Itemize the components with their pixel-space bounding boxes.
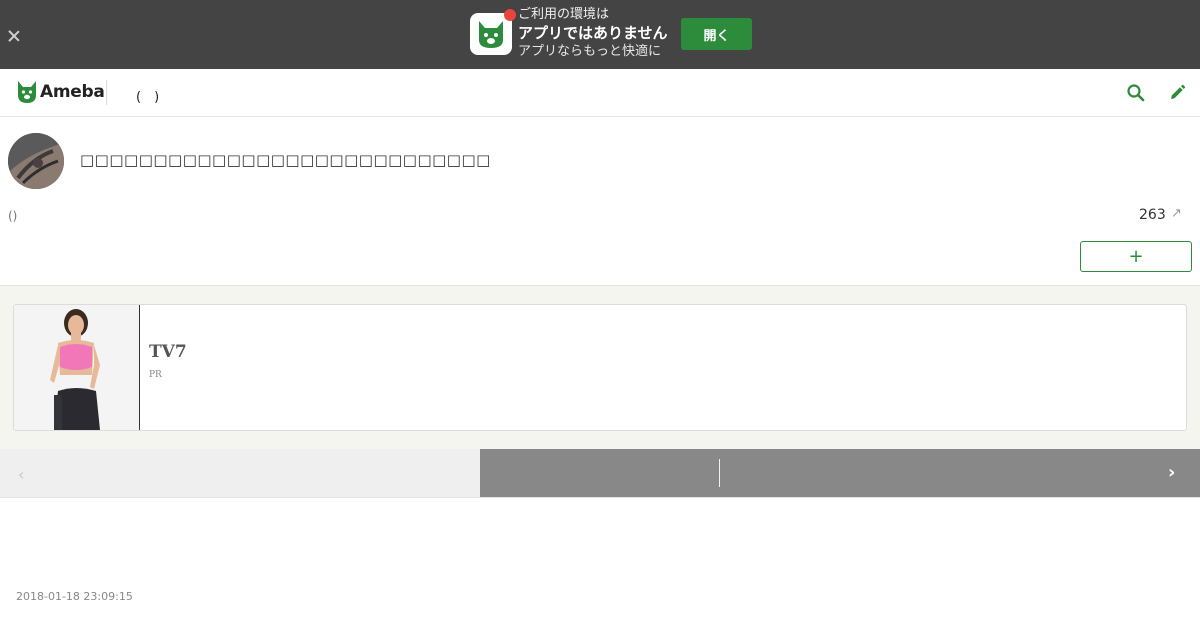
chevron-left-icon: ‹ [18,465,25,484]
like-count[interactable]: 263 [1139,207,1166,223]
blog-title[interactable]: ( ) [136,86,159,105]
app-download-banner: ご利用の環境は アプリではありません アプリならもっと快適に 開く [0,0,1200,69]
entry-pager: ‹ › [0,449,1200,498]
banner-line3: アプリならもっと快適に [518,44,662,59]
logo-text: Ameba [40,82,105,102]
avatar[interactable] [8,133,64,189]
theme-label[interactable]: () [8,209,17,223]
prev-entry-button[interactable]: ‹ [0,449,480,497]
ad-card[interactable]: TV7 PR [13,304,1187,431]
banner-message: ご利用の環境は アプリではありません アプリならもっと快適に [518,6,668,61]
header-divider [106,80,107,105]
entry-timestamp: 2018-01-18 23:09:15 [16,590,133,603]
search-icon[interactable] [1126,83,1146,103]
edit-pencil-icon[interactable] [1167,83,1187,103]
ameba-logo[interactable]: Ameba [16,79,105,105]
ad-section: TV7 PR [0,285,1200,450]
external-link-icon[interactable]: ↗ [1171,206,1182,221]
chevron-right-icon: › [1168,462,1176,483]
ad-pr-label: PR [149,370,162,380]
follow-button[interactable]: + [1080,241,1192,272]
banner-line1: ご利用の環境は [518,7,610,22]
ameba-mascot-icon [18,81,36,103]
close-icon[interactable] [6,28,22,44]
entry-title: □□□□□□□□□□□□□□□□□□□□□□□□□□□□ [80,151,491,169]
notification-dot [504,9,516,21]
pager-divider [719,459,720,487]
next-entry-button[interactable]: › [480,449,1200,497]
open-app-button[interactable]: 開く [681,18,752,50]
site-header: Ameba ( ) [0,69,1200,117]
ad-title[interactable]: TV7 [149,342,187,362]
ad-image [14,305,140,430]
banner-line2: アプリではありません [518,24,668,42]
